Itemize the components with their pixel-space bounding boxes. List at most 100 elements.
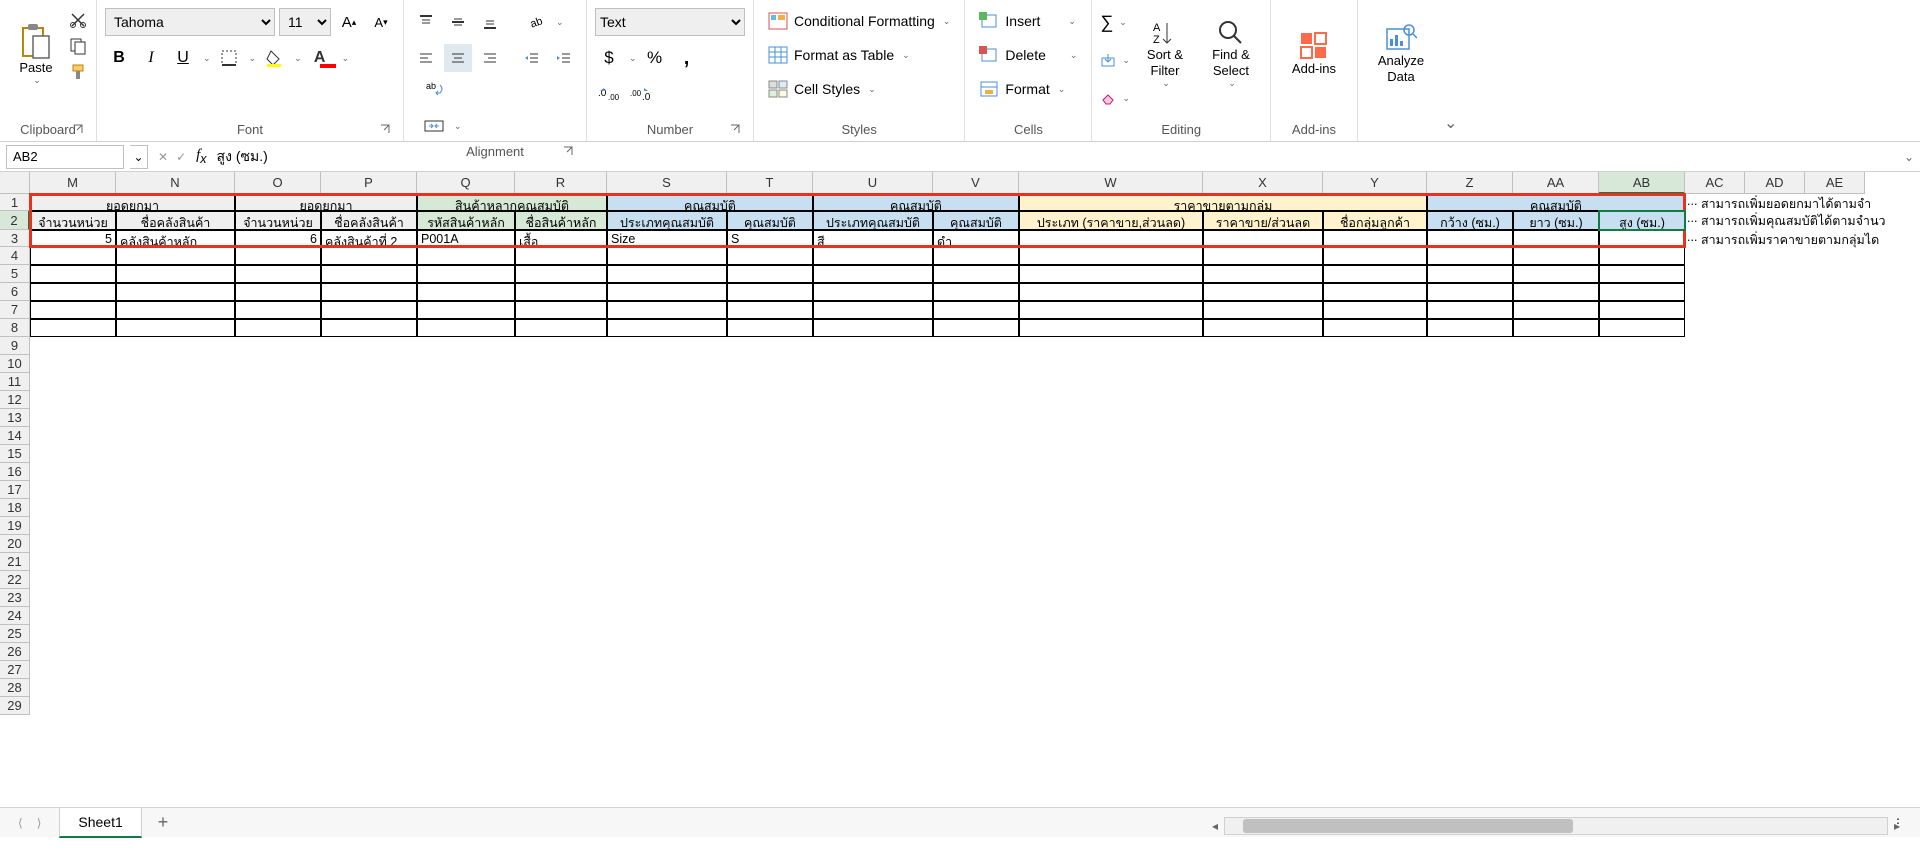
col-header-X[interactable]: X	[1203, 172, 1323, 194]
cell-Z1[interactable]: คุณสมบัติ	[1427, 194, 1685, 211]
col-header-AC[interactable]: AC	[1685, 172, 1745, 194]
merge-button[interactable]	[420, 112, 448, 140]
cell-Q7[interactable]	[417, 301, 515, 319]
align-middle-button[interactable]	[444, 8, 472, 36]
cell-M5[interactable]	[30, 265, 116, 283]
cell-X8[interactable]	[1203, 319, 1323, 337]
cell-W4[interactable]	[1019, 247, 1203, 265]
cell-P6[interactable]	[321, 283, 417, 301]
col-header-AA[interactable]: AA	[1513, 172, 1599, 194]
cell-R2[interactable]: ชื่อสินค้าหลัก	[515, 211, 607, 230]
name-box-dropdown[interactable]: ⌄	[130, 145, 148, 169]
row-header-29[interactable]: 29	[0, 697, 30, 715]
row-header-24[interactable]: 24	[0, 607, 30, 625]
row-header-25[interactable]: 25	[0, 625, 30, 643]
cell-T7[interactable]	[727, 301, 813, 319]
col-header-P[interactable]: P	[321, 172, 417, 194]
cell-Z4[interactable]	[1427, 247, 1513, 265]
cell-X3[interactable]	[1203, 230, 1323, 247]
cell-S2[interactable]: ประเภทคุณสมบัติ	[607, 211, 727, 230]
cell-U6[interactable]	[813, 283, 933, 301]
chevron-down-icon[interactable]: ⌄	[294, 53, 302, 64]
row-header-5[interactable]: 5	[0, 265, 30, 283]
cell-M2[interactable]: จำนวนหน่วย	[30, 211, 116, 230]
italic-button[interactable]: I	[137, 44, 165, 72]
cell-AA6[interactable]	[1513, 283, 1599, 301]
col-header-M[interactable]: M	[30, 172, 116, 194]
cell-U1[interactable]: คุณสมบัติ	[813, 194, 1019, 211]
collapse-ribbon-button[interactable]: ⌄	[1444, 0, 1465, 141]
col-header-O[interactable]: O	[235, 172, 321, 194]
wrap-text-button[interactable]: ab	[420, 76, 448, 104]
cell-U2[interactable]: ประเภทคุณสมบัติ	[813, 211, 933, 230]
chevron-down-icon[interactable]: ⌄	[454, 121, 462, 132]
cell-S5[interactable]	[607, 265, 727, 283]
analyze-data-button[interactable]: Analyze Data	[1366, 4, 1436, 104]
scroll-right-button[interactable]: ▸	[1888, 817, 1906, 835]
cell-P7[interactable]	[321, 301, 417, 319]
cell-AA3[interactable]	[1513, 230, 1599, 247]
cell-P3[interactable]: คลังสินค้าที่ 2	[321, 230, 417, 247]
row-header-22[interactable]: 22	[0, 571, 30, 589]
chevron-down-icon[interactable]: ⌄	[1122, 93, 1130, 104]
cell-AB2[interactable]: สูง (ซม.)	[1599, 211, 1685, 230]
cell-P5[interactable]	[321, 265, 417, 283]
cell-N3[interactable]: คลังสินค้าหลัก	[116, 230, 235, 247]
cell-R6[interactable]	[515, 283, 607, 301]
col-header-AB[interactable]: AB	[1599, 172, 1685, 194]
fill-button[interactable]	[1100, 52, 1116, 68]
cell-AB6[interactable]	[1599, 283, 1685, 301]
scroll-left-button[interactable]: ◂	[1206, 817, 1224, 835]
cell-X2[interactable]: ราคาขาย/ส่วนลด	[1203, 211, 1323, 230]
orientation-button[interactable]: ab	[522, 8, 550, 36]
cell-T2[interactable]: คุณสมบัติ	[727, 211, 813, 230]
comma-format-button[interactable]: ,	[673, 44, 701, 72]
cell-X7[interactable]	[1203, 301, 1323, 319]
row-header-26[interactable]: 26	[0, 643, 30, 661]
chevron-down-icon[interactable]: ⌄	[556, 17, 564, 28]
cell-AA7[interactable]	[1513, 301, 1599, 319]
cell-AB3[interactable]	[1599, 230, 1685, 247]
cell-Z8[interactable]	[1427, 319, 1513, 337]
increase-decimal-button[interactable]: .0.00	[595, 80, 623, 108]
cell-P4[interactable]	[321, 247, 417, 265]
cell-Z2[interactable]: กว้าง (ซม.)	[1427, 211, 1513, 230]
cell-M1[interactable]: ยอดยกมา	[30, 194, 235, 211]
copy-button[interactable]	[68, 36, 88, 56]
row-header-12[interactable]: 12	[0, 391, 30, 409]
cell-O4[interactable]	[235, 247, 321, 265]
sheet-tab[interactable]: Sheet1	[59, 807, 141, 838]
row-header-3[interactable]: 3	[0, 230, 30, 247]
cell-S6[interactable]	[607, 283, 727, 301]
col-header-S[interactable]: S	[607, 172, 727, 194]
cell-S1[interactable]: คุณสมบัติ	[607, 194, 813, 211]
cell-Q3[interactable]: P001A	[417, 230, 515, 247]
cell-T5[interactable]	[727, 265, 813, 283]
cell-R3[interactable]: เสื้อ	[515, 230, 607, 247]
accounting-format-button[interactable]: $	[595, 44, 623, 72]
enter-formula-button[interactable]: ✓	[176, 150, 186, 164]
cell-S8[interactable]	[607, 319, 727, 337]
align-left-button[interactable]	[412, 44, 440, 72]
cell-Y5[interactable]	[1323, 265, 1427, 283]
row-header-21[interactable]: 21	[0, 553, 30, 571]
cell-AA5[interactable]	[1513, 265, 1599, 283]
fx-icon[interactable]: fx	[196, 147, 206, 166]
chevron-down-icon[interactable]: ⌄	[629, 53, 637, 64]
spreadsheet-grid[interactable]: MNOPQRSTUVWXYZAAABACADAE 123456789101112…	[0, 172, 1920, 822]
align-center-button[interactable]	[444, 44, 472, 72]
font-name-select[interactable]: Tahoma	[105, 8, 275, 36]
border-button[interactable]	[215, 44, 243, 72]
row-header-18[interactable]: 18	[0, 499, 30, 517]
align-bottom-button[interactable]	[476, 8, 504, 36]
expand-formula-bar-button[interactable]: ⌄	[1898, 150, 1920, 164]
row-header-1[interactable]: 1	[0, 194, 30, 211]
cell-N2[interactable]: ชื่อคลังสินค้า	[116, 211, 235, 230]
row-header-8[interactable]: 8	[0, 319, 30, 337]
scroll-thumb[interactable]	[1243, 819, 1573, 833]
col-header-Y[interactable]: Y	[1323, 172, 1427, 194]
cell-Z6[interactable]	[1427, 283, 1513, 301]
align-right-button[interactable]	[476, 44, 504, 72]
row-header-15[interactable]: 15	[0, 445, 30, 463]
row-header-14[interactable]: 14	[0, 427, 30, 445]
